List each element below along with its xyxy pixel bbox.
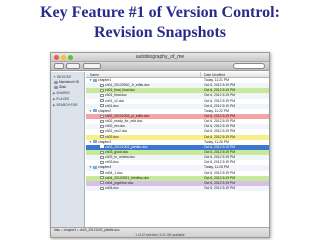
file-name: chapter4 xyxy=(98,165,112,170)
document-icon xyxy=(100,171,104,175)
document-icon xyxy=(100,176,104,180)
sidebar-item-label: Macintosh HD xyxy=(59,80,80,84)
search-input[interactable] xyxy=(233,63,265,69)
window-title: autobiography_of_me xyxy=(135,54,185,60)
file-name: ch02_ready_for_edit.doc xyxy=(105,119,143,124)
file-name: ch01_v2.doc xyxy=(105,98,125,103)
file-name: ch04_jugchine.doc xyxy=(105,180,134,185)
file-name: ch02_rev.doc xyxy=(105,124,126,129)
folder-icon xyxy=(93,166,97,169)
disk-icon xyxy=(54,86,58,89)
document-icon xyxy=(100,186,104,190)
folder-icon xyxy=(93,140,97,144)
sidebar-section-header[interactable]: ▶PLACES xyxy=(53,97,82,102)
document-icon xyxy=(100,150,104,154)
disclosure-triangle-icon[interactable]: ▶ xyxy=(53,91,55,95)
date-modified: Oct 6, 2012 5:19 PM xyxy=(204,185,236,190)
toolbar xyxy=(51,62,269,71)
file-name: ch04_1.doc xyxy=(105,170,123,175)
document-icon xyxy=(100,83,104,87)
finder-window: autobiography_of_me ▼DEVICES Macintosh HD… xyxy=(50,52,270,238)
sidebar-item-label: iDisk xyxy=(59,85,66,89)
document-icon xyxy=(100,104,104,108)
document-icon xyxy=(100,124,104,128)
document-icon xyxy=(100,94,104,98)
document-icon xyxy=(100,88,104,92)
file-name: ch03.doc xyxy=(105,160,119,165)
sidebar: ▼DEVICES Macintosh HD iDisk ▶SHARED ▶PLACES ▶… xyxy=(51,72,85,227)
document-icon xyxy=(100,155,104,159)
document-icon xyxy=(100,99,104,103)
slide-title-line-1: Key Feature #1 of Version Control: xyxy=(40,4,280,21)
sidebar-item[interactable]: iDisk xyxy=(53,85,82,90)
document-icon xyxy=(100,114,104,118)
sidebar-section-label: DEVICES xyxy=(56,75,71,79)
disk-icon xyxy=(54,81,58,84)
document-icon xyxy=(100,130,104,134)
file-list: Name Date Modified ▼ chapter1 Today, 11:21… xyxy=(86,72,269,227)
status-text: 1 of 22 selected, 5.01 GB available xyxy=(135,233,185,237)
path-bar: Mac▸chapter3▸ch03_20121002_jdedits.doc 1… xyxy=(51,227,269,237)
sidebar-section-label: SHARED xyxy=(56,91,70,95)
file-name: chapter1 xyxy=(98,78,112,82)
file-name: ch03_20121002_jdedits.doc xyxy=(105,144,148,149)
name-cell: ch04.doc xyxy=(86,186,201,191)
disclosure-triangle-icon[interactable]: ▼ xyxy=(53,75,56,79)
slide-title-line-2: Revision Snapshots xyxy=(93,24,227,41)
sidebar-section-header[interactable]: ▶SEARCH FOR xyxy=(53,103,82,108)
file-row[interactable]: ch04.doc Oct 6, 2012 5:19 PM xyxy=(86,185,269,192)
breadcrumb-item[interactable]: ch03_20121002_jdedits.doc xyxy=(80,228,120,232)
file-name: chapter3 xyxy=(98,139,112,144)
document-icon xyxy=(100,145,104,149)
folder-icon xyxy=(93,78,97,82)
file-name: ch04.doc xyxy=(105,185,119,190)
name-column-header[interactable]: Name xyxy=(86,72,201,77)
file-name: ch01_20120930_Jr_edits.doc xyxy=(105,83,150,88)
file-name: ch01_final_final.doc xyxy=(105,88,135,93)
file-name: ch03_to_review.doc xyxy=(105,155,135,160)
disclosure-triangle-icon[interactable]: ▶ xyxy=(53,103,55,107)
document-icon xyxy=(100,181,104,185)
action-button[interactable] xyxy=(83,63,101,69)
file-name: ch02_20121005_pl_edits.doc xyxy=(105,113,150,118)
file-name: ch02_rev2.doc xyxy=(105,129,128,134)
breadcrumb-item[interactable]: Mac xyxy=(54,228,60,232)
document-icon xyxy=(100,135,104,139)
folder-icon xyxy=(93,109,97,113)
file-name: ch04_20120921_bleditss.doc xyxy=(105,175,150,180)
document-icon xyxy=(100,119,104,123)
file-name: ch01_final.doc xyxy=(105,93,127,98)
window-titlebar[interactable]: autobiography_of_me xyxy=(51,53,269,62)
sidebar-section-label: SEARCH FOR xyxy=(56,103,78,107)
chevron-right-icon: ▸ xyxy=(61,228,63,232)
file-name: chapter2 xyxy=(98,108,112,113)
sidebar-section-label: PLACES xyxy=(56,97,70,101)
breadcrumb-item[interactable]: chapter3 xyxy=(64,228,76,232)
disclosure-triangle-icon[interactable]: ▶ xyxy=(53,97,55,101)
view-mode-button[interactable] xyxy=(66,63,80,69)
date-column-header[interactable]: Date Modified xyxy=(201,72,269,77)
file-name: ch03_good.doc xyxy=(105,149,129,154)
sidebar-section-header[interactable]: ▶SHARED xyxy=(53,91,82,96)
slide-title: Key Feature #1 of Version Control: Revis… xyxy=(0,3,320,43)
back-forward-button[interactable] xyxy=(54,63,64,69)
file-rows: ▼ chapter1 Today, 11:21 PM ch01_20120930_Jr… xyxy=(86,78,269,192)
chevron-right-icon: ▸ xyxy=(77,228,79,232)
file-name: ch02.doc xyxy=(105,134,119,139)
file-name: ch01.doc xyxy=(105,103,119,108)
document-icon xyxy=(100,160,104,164)
